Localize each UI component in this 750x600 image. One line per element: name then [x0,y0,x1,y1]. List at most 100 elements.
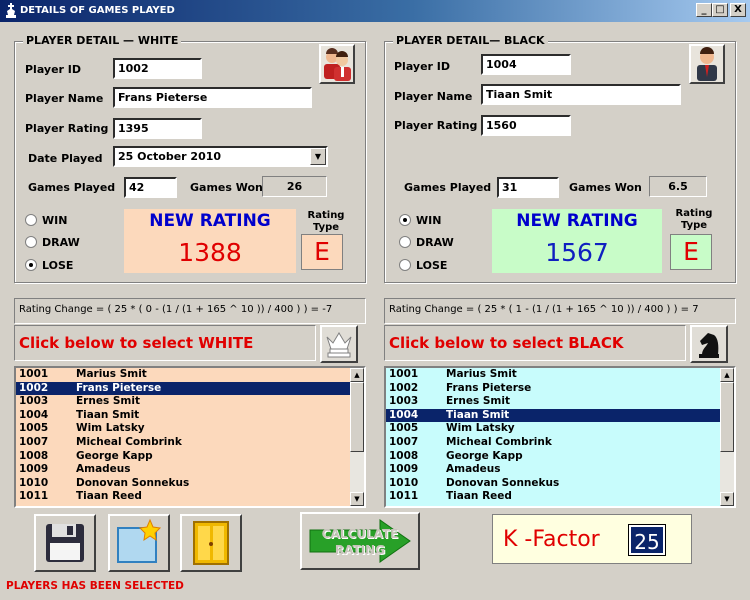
black-result-draw[interactable]: DRAW [399,236,454,249]
white-player-list-item[interactable]: 1008 George Kapp [16,450,364,464]
player-name-cell: Donovan Sonnekus [446,476,560,489]
white-player-list-item[interactable]: 1005 Wim Latsky [16,422,364,436]
black-player-list-item[interactable]: 1002 Frans Pieterse [386,382,734,396]
k-factor-input[interactable]: 25 [628,524,666,556]
chess-king-icon [6,3,16,18]
calculate-rating-button[interactable]: CALCULATE RATING [300,512,420,570]
minimize-button[interactable]: _ [696,3,712,17]
black-player-list-item[interactable]: 1009 Amadeus [386,463,734,477]
scroll-down-icon[interactable]: ▼ [350,492,364,506]
player-id-cell: 1007 [19,435,49,448]
white-player-id-field[interactable]: 1002 [113,58,202,79]
white-player-list-item[interactable]: 1003 Ernes Smit [16,395,364,409]
black-result-win[interactable]: WIN [399,214,441,227]
white-games-won-label: Games Won [190,181,263,194]
scroll-down-icon[interactable]: ▼ [720,492,734,506]
black-player-name-field[interactable]: Tiaan Smit [481,84,681,105]
player-name-cell: Tiaan Smit [446,408,510,421]
player-name-cell: Tiaan Reed [76,490,142,503]
black-player-list-item[interactable]: 1007 Micheal Combrink [386,436,734,450]
white-player-list-item[interactable]: 1002 Frans Pieterse [16,381,364,396]
white-player-rating-label: Player Rating [25,122,109,135]
white-piece-button[interactable] [320,325,358,363]
new-record-button[interactable] [108,514,170,572]
white-player-list-item[interactable]: 1004 Tiaan Smit [16,409,364,423]
black-new-rating-label: NEW RATING [492,209,662,233]
black-player-list-item[interactable]: 1001 Marius Smit [386,368,734,382]
black-player-list-item[interactable]: 1008 George Kapp [386,450,734,464]
black-player-rating-field[interactable]: 1560 [481,115,571,136]
white-player-name-label: Player Name [25,92,104,105]
black-player-avatar-button[interactable] [689,44,725,84]
black-new-rating-value: 1567 [492,233,662,273]
player-id-cell: 1002 [389,381,419,394]
player-name-cell: Micheal Combrink [446,435,552,448]
black-games-won-label: Games Won [569,181,642,194]
white-player-list-item[interactable]: 1009 Amadeus [16,463,364,477]
player-name-cell: Donovan Sonnekus [76,476,190,489]
white-player-avatar-button[interactable] [319,44,355,84]
white-scroll-thumb[interactable] [350,382,364,452]
black-lose-radio[interactable] [399,259,411,271]
white-player-list-item[interactable]: 1007 Micheal Combrink [16,436,364,450]
close-button[interactable]: X [730,3,746,17]
maximize-button[interactable]: □ [712,3,728,17]
player-id-cell: 1005 [389,422,419,435]
player-id-cell: 1008 [19,449,49,462]
floppy-disk-icon [46,524,84,562]
white-player-list-item[interactable]: 1011 Tiaan Reed [16,490,364,504]
chess-queen-white-icon [326,332,352,358]
white-win-radio[interactable] [25,214,37,226]
black-player-list-item[interactable]: 1004 Tiaan Smit [386,408,734,423]
white-player-rating-field[interactable]: 1395 [113,118,202,139]
black-player-id-field[interactable]: 1004 [481,54,571,75]
white-rating-type-value: E [301,234,343,270]
white-player-list-item[interactable]: 1001 Marius Smit [16,368,364,382]
white-games-won-value: 26 [262,176,327,197]
player-id-cell: 1001 [19,368,49,380]
black-player-list-item[interactable]: 1010 Donovan Sonnekus [386,477,734,491]
player-id-cell: 1011 [19,490,49,503]
date-played-picker[interactable]: 25 October 2010 ▼ [113,146,328,167]
white-result-lose[interactable]: LOSE [25,259,73,272]
white-player-id-label: Player ID [25,63,82,76]
scroll-up-icon[interactable]: ▲ [350,368,364,382]
white-draw-radio[interactable] [25,236,37,248]
white-player-list-item[interactable]: 1010 Donovan Sonnekus [16,477,364,491]
date-played-label: Date Played [28,152,103,165]
player-id-cell: 1004 [19,408,49,421]
white-lose-radio[interactable] [25,259,37,271]
black-games-played-field[interactable]: 31 [497,177,559,198]
status-message: PLAYERS HAS BEEN SELECTED [6,580,184,592]
player-name-cell: George Kapp [446,449,523,462]
black-player-list-item[interactable]: 1003 Ernes Smit [386,395,734,409]
save-button[interactable] [34,514,96,572]
white-new-rating-value: 1388 [124,233,296,273]
chevron-down-icon[interactable]: ▼ [310,148,326,165]
exit-button[interactable] [180,514,242,572]
white-result-win[interactable]: WIN [25,214,67,227]
black-result-lose[interactable]: LOSE [399,259,447,272]
black-win-radio[interactable] [399,214,411,226]
player-name-cell: Marius Smit [76,368,147,380]
white-list-scrollbar[interactable]: ▲ ▼ [350,368,364,506]
white-games-played-field[interactable]: 42 [124,177,177,198]
white-player-name-field[interactable]: Frans Pieterse [113,87,312,108]
player-id-cell: 1011 [389,490,419,503]
player-id-cell: 1009 [19,463,49,476]
black-rating-change-text: Rating Change = ( 25 * ( 1 - (1 / (1 + 1… [384,298,736,324]
black-player-list-item[interactable]: 1011 Tiaan Reed [386,490,734,504]
white-result-draw[interactable]: DRAW [25,236,80,249]
title-bar: DETAILS OF GAMES PLAYED _ □ X [0,0,750,22]
white-games-played-label: Games Played [28,181,116,194]
black-player-list[interactable]: 1001 Marius Smit 1002 Frans Pieterse 1003 Ern… [384,366,736,508]
black-player-list-item[interactable]: 1005 Wim Latsky [386,422,734,436]
black-list-scrollbar[interactable]: ▲ ▼ [720,368,734,506]
black-scroll-thumb[interactable] [720,382,734,452]
white-player-list[interactable]: 1001 Marius Smit 1002 Frans Pieterse 1003 Ern… [14,366,366,508]
black-piece-button[interactable] [690,325,728,363]
black-draw-radio[interactable] [399,236,411,248]
main-window: DETAILS OF GAMES PLAYED _ □ X PLAYER DET… [0,0,750,600]
player-id-cell: 1001 [389,368,419,380]
scroll-up-icon[interactable]: ▲ [720,368,734,382]
